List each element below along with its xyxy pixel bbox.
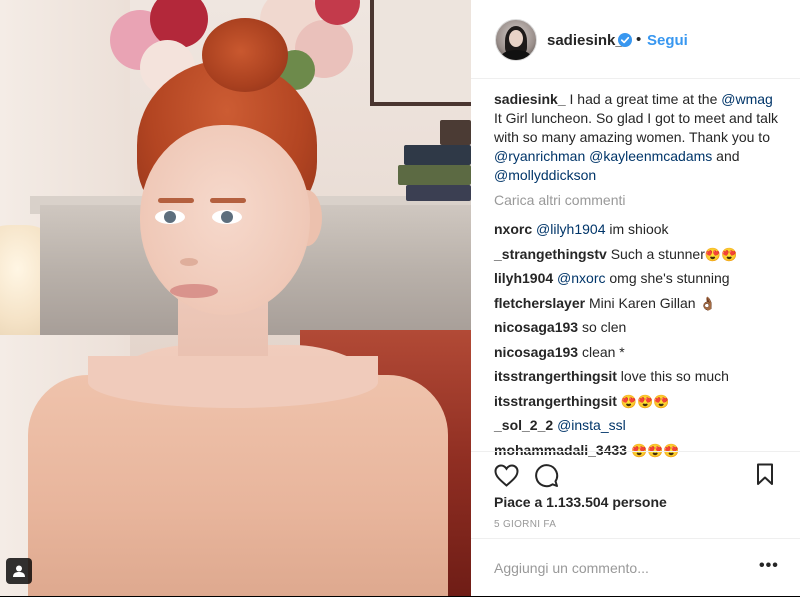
comment-mention[interactable]: @lilyh1904 — [536, 221, 605, 237]
photo-left-eye — [155, 210, 185, 224]
photo-right-brow — [210, 198, 246, 203]
comment-item: fletcherslayer Mini Karen Gillan 👌🏾 — [494, 294, 784, 313]
comment-item: itsstrangerthingsit love this so much — [494, 367, 784, 386]
caption-text: and — [712, 148, 740, 164]
comment-text: so clen — [578, 319, 627, 335]
comment-item: itsstrangerthingsit 😍😍😍 — [494, 392, 784, 411]
header-username[interactable]: sadiesink_ — [547, 32, 624, 49]
photo-dress — [28, 375, 448, 596]
comment-bubble-icon[interactable] — [534, 463, 559, 488]
post-sidebar: sadiesink_ • Segui sadiesink_ I had a gr… — [471, 0, 800, 596]
comment-text: Mini Karen Gillan — [585, 294, 696, 311]
comment-input[interactable] — [494, 557, 744, 579]
add-comment-bar: ••• — [471, 538, 800, 597]
caption-mention[interactable]: @ryanrichman — [494, 148, 585, 164]
verified-badge-icon — [618, 33, 632, 47]
photo-frame — [370, 0, 471, 106]
comment-username[interactable]: lilyh1904 — [494, 270, 553, 286]
photo-lips — [170, 284, 218, 298]
comment-username[interactable]: itsstrangerthingsit — [494, 393, 617, 409]
comment-mention[interactable]: @insta_ssl — [557, 417, 626, 433]
load-more-comments-button[interactable]: Carica altri commenti — [494, 191, 784, 210]
post-header: sadiesink_ • Segui — [471, 0, 800, 79]
comment-item: nxorc @lilyh1904 im shiook — [494, 220, 784, 239]
comment-username[interactable]: nicosaga193 — [494, 319, 578, 335]
comment-item: nicosaga193 clean * — [494, 343, 784, 362]
follow-button[interactable]: Segui — [647, 32, 688, 49]
instagram-post: sadiesink_ • Segui sadiesink_ I had a gr… — [0, 0, 800, 596]
comment-text: omg she's stunning — [605, 270, 730, 286]
comment-text: im shiook — [605, 221, 669, 237]
post-caption: sadiesink_ I had a great time at the @wm… — [494, 90, 784, 185]
likes-count[interactable]: Piace a 1.133.504 persone — [494, 494, 667, 510]
photo-hair-bun — [202, 18, 288, 92]
caption-text: It Girl luncheon. So glad I got to meet … — [494, 110, 779, 145]
caption-mention[interactable]: @kayleenmcadams — [589, 148, 712, 164]
comment-item: lilyh1904 @nxorc omg she's stunning — [494, 269, 784, 288]
comment-text: love this so much — [616, 368, 729, 384]
action-bar — [471, 451, 800, 496]
comment-username[interactable]: nicosaga193 — [494, 344, 578, 360]
comment-username[interactable]: itsstrangerthingsit — [494, 368, 617, 384]
comment-username[interactable]: _strangethingstv — [494, 246, 607, 262]
photo-right-eye — [212, 210, 242, 224]
avatar[interactable] — [495, 19, 537, 61]
caption-username[interactable]: sadiesink_ — [494, 91, 566, 107]
comment-mention[interactable]: @nxorc — [557, 270, 605, 286]
caption-mention[interactable]: @mollyddickson — [494, 167, 596, 183]
photo-dress-neckline — [88, 356, 378, 408]
caption-text: I had a great time at the — [565, 91, 722, 107]
comments-list: sadiesink_ I had a great time at the @wm… — [494, 90, 784, 465]
comment-text: Such a stunner — [606, 245, 705, 262]
post-photo[interactable] — [0, 0, 471, 596]
comment-text: clean * — [578, 343, 625, 360]
more-options-button[interactable]: ••• — [759, 557, 779, 575]
caption-mention[interactable]: @wmag — [721, 91, 773, 107]
ok-hand-emoji: 👌🏾 — [699, 295, 716, 311]
photo-left-brow — [158, 198, 194, 203]
comment-item: _sol_2_2 @insta_ssl — [494, 416, 784, 435]
photo-nose — [180, 258, 198, 266]
heart-icon[interactable] — [494, 464, 519, 487]
user-tag-icon[interactable] — [6, 558, 32, 584]
comment-item: nicosaga193 so clen — [494, 318, 784, 337]
comment-username[interactable]: nxorc — [494, 221, 532, 237]
heart-eyes-emoji: 😍😍 — [704, 246, 738, 262]
post-timestamp[interactable]: 5 GIORNI FA — [494, 519, 556, 530]
header-separator: • — [636, 31, 642, 48]
comment-item: _strangethingstv Such a stunner😍😍 — [494, 245, 784, 264]
bookmark-icon[interactable] — [756, 463, 774, 486]
comment-username[interactable]: _sol_2_2 — [494, 417, 553, 433]
heart-eyes-emoji: 😍😍😍 — [620, 393, 670, 409]
comment-username[interactable]: fletcherslayer — [494, 295, 585, 311]
